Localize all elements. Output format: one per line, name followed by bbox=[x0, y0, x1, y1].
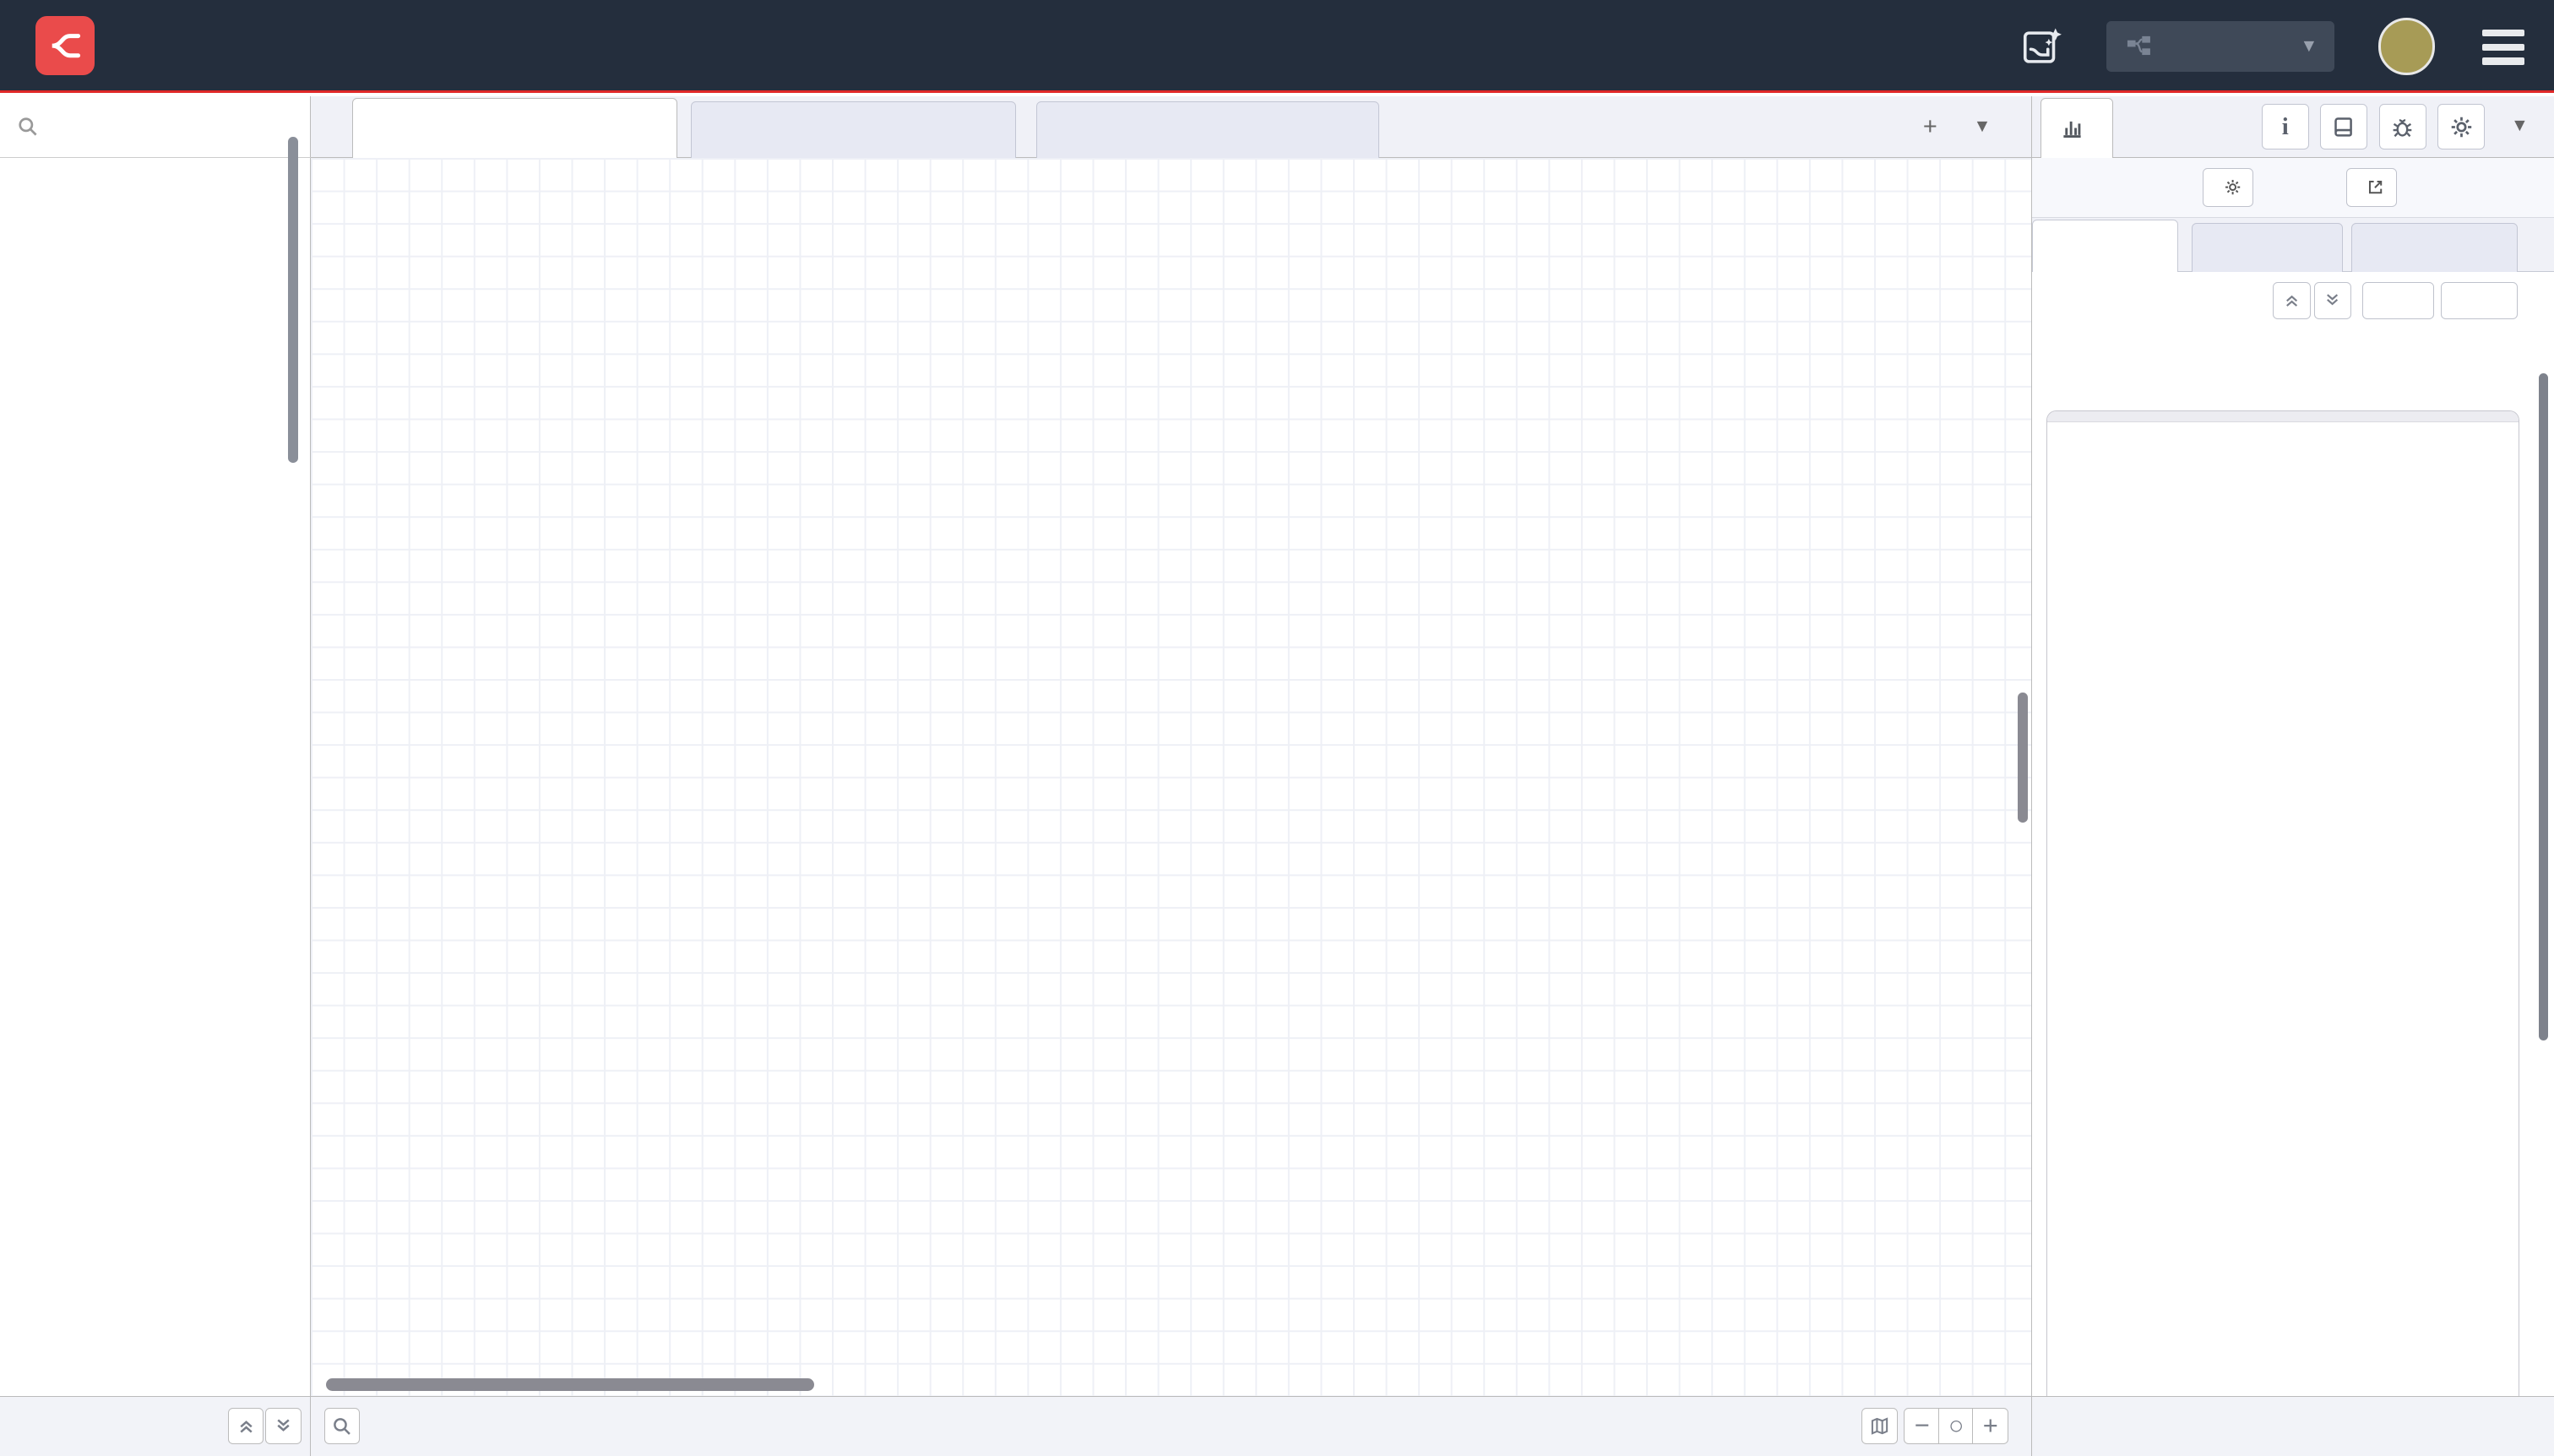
flowfuse-logo-icon[interactable] bbox=[35, 16, 94, 74]
search-icon bbox=[16, 115, 39, 138]
palette-collapse-all-button[interactable] bbox=[228, 1408, 264, 1443]
tab-dashboard-header-elements[interactable] bbox=[691, 101, 1017, 158]
pages-collapse-button[interactable] bbox=[2273, 282, 2310, 319]
sidebar-footer bbox=[2031, 1396, 2554, 1456]
palette-filter-input[interactable] bbox=[52, 113, 264, 139]
dashboard-header-row bbox=[2032, 158, 2554, 218]
dashboard-subtabs bbox=[2032, 218, 2554, 272]
sidebar-tabs-caret[interactable]: ▼ bbox=[2511, 116, 2529, 136]
config-tab-button[interactable] bbox=[2437, 104, 2485, 149]
node-red-editor: { "colors": { "header_bg": "#242e3d", "b… bbox=[0, 0, 2554, 1456]
open-dashboard-button[interactable] bbox=[2346, 168, 2397, 207]
debug-tab-button[interactable] bbox=[2379, 104, 2426, 149]
sidebar-panel: i ▼ bbox=[2031, 96, 2554, 1456]
palette-scroll-area[interactable] bbox=[0, 158, 311, 1396]
tab-simulated-data-generation[interactable] bbox=[1036, 101, 1380, 158]
palette-footer bbox=[0, 1396, 311, 1456]
deploy-button[interactable]: ▼ bbox=[2106, 21, 2334, 72]
palette-filter bbox=[0, 96, 311, 158]
tab-layout[interactable] bbox=[2032, 220, 2179, 272]
palette-expand-all-button[interactable] bbox=[265, 1408, 301, 1443]
flow-canvas[interactable] bbox=[311, 158, 2031, 1396]
canvas-vertical-scrollbar[interactable] bbox=[2018, 693, 2028, 823]
navigator-button[interactable] bbox=[1861, 1408, 1897, 1443]
tab-dashboard-2[interactable] bbox=[2040, 98, 2114, 158]
sidebar-scrollbar[interactable] bbox=[2539, 373, 2549, 1041]
pages-toolbar bbox=[2032, 272, 2554, 330]
zoom-reset-button[interactable]: ○ bbox=[1938, 1408, 1974, 1443]
sidebar-tabbar: i ▼ bbox=[2032, 96, 2554, 158]
wires-layer bbox=[311, 158, 2031, 1396]
add-page-button[interactable] bbox=[2441, 282, 2518, 319]
tab-theming[interactable] bbox=[2192, 223, 2343, 272]
help-tab-button[interactable] bbox=[2320, 104, 2367, 149]
deploy-options-caret[interactable]: ▼ bbox=[2300, 36, 2318, 57]
deploy-node-icon bbox=[2126, 34, 2152, 60]
node-palette bbox=[0, 96, 311, 1396]
tab-client-data[interactable] bbox=[2351, 223, 2518, 272]
add-flow-button[interactable]: + bbox=[1914, 111, 1947, 144]
canvas-horizontal-scrollbar[interactable] bbox=[326, 1378, 815, 1391]
canvas-search-button[interactable] bbox=[324, 1408, 360, 1443]
pages-expand-button[interactable] bbox=[2314, 282, 2351, 319]
pages-tree bbox=[2046, 410, 2519, 1407]
zoom-out-button[interactable]: − bbox=[1904, 1408, 1939, 1443]
canvas-footer: − ○ + bbox=[311, 1396, 2031, 1456]
tab-line-1-oee[interactable] bbox=[352, 98, 678, 158]
app-header: ▼ bbox=[0, 0, 2554, 93]
zoom-in-button[interactable]: + bbox=[1972, 1408, 2008, 1443]
add-link-button[interactable] bbox=[2362, 282, 2434, 319]
ai-assistant-icon[interactable] bbox=[2017, 21, 2069, 73]
flow-tabbar: + ▼ bbox=[311, 96, 2031, 158]
flow-list-caret[interactable]: ▼ bbox=[1966, 111, 1999, 144]
edit-settings-button[interactable] bbox=[2203, 168, 2253, 207]
palette-scrollbar[interactable] bbox=[288, 137, 298, 463]
main-menu-icon[interactable] bbox=[2482, 30, 2524, 65]
user-avatar[interactable] bbox=[2378, 18, 2435, 74]
info-tab-button[interactable]: i bbox=[2262, 104, 2309, 149]
